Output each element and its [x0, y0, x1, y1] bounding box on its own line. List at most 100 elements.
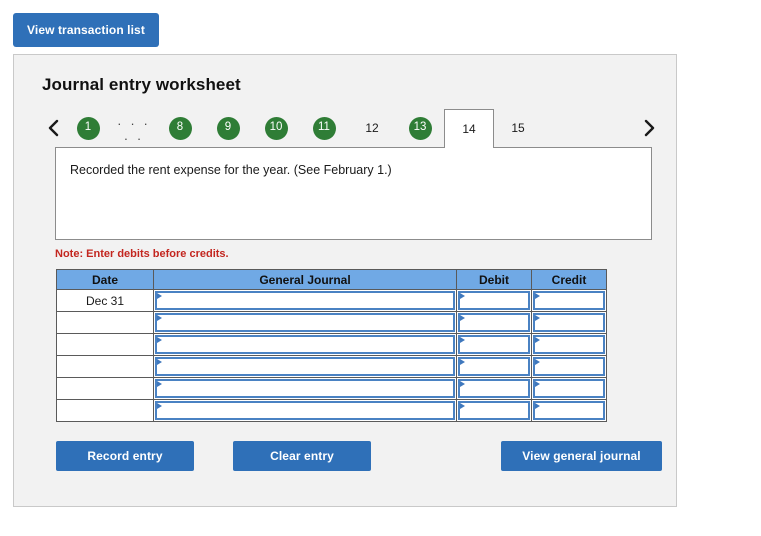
journal-credit-input-value	[534, 336, 604, 338]
journal-date-cell	[56, 399, 154, 422]
action-button-row: Record entry Clear entry View general jo…	[56, 441, 662, 471]
journal-debit-input-value	[459, 314, 529, 316]
journal-account-input-cell	[153, 399, 457, 422]
tab-label: 9	[216, 116, 240, 140]
tab-label: 11	[312, 116, 336, 140]
chevron-right-icon	[643, 118, 656, 138]
journal-date-cell	[56, 355, 154, 378]
tab-label: 13	[408, 116, 432, 140]
journal-account-input-value	[156, 336, 454, 338]
journal-debit-input-cell	[456, 355, 532, 378]
top-toolbar: View transaction list	[0, 0, 761, 47]
tab-entry-8[interactable]: 8	[156, 109, 204, 147]
column-header-debit: Debit	[456, 269, 532, 290]
tab-entry-10[interactable]: 10	[252, 109, 300, 147]
journal-credit-input-cell	[531, 399, 607, 422]
journal-debit-input-value	[459, 402, 529, 404]
journal-account-input[interactable]	[155, 357, 455, 376]
journal-credit-input-cell	[531, 289, 607, 312]
journal-account-input[interactable]	[155, 313, 455, 332]
journal-account-input-value	[156, 292, 454, 294]
table-row: Dec 31	[56, 289, 607, 312]
journal-credit-input-cell	[531, 355, 607, 378]
journal-account-input[interactable]	[155, 401, 455, 420]
tab-entry-15[interactable]: 15	[494, 109, 542, 147]
tab-entry-11[interactable]: 11	[300, 109, 348, 147]
journal-table-wrap: Date General Journal Debit Credit Dec 31	[56, 269, 676, 422]
journal-account-input-cell	[153, 377, 457, 400]
journal-date-cell	[56, 311, 154, 334]
column-header-general-journal: General Journal	[153, 269, 457, 290]
journal-account-input[interactable]	[155, 379, 455, 398]
journal-date-cell	[56, 377, 154, 400]
tab-label: 1	[76, 116, 100, 140]
journal-debit-input[interactable]	[458, 401, 530, 420]
tab-label: 14	[462, 122, 476, 136]
table-row	[56, 377, 607, 400]
general-journal-table: Date General Journal Debit Credit Dec 31	[56, 269, 607, 422]
transaction-description-text: Recorded the rent expense for the year. …	[70, 163, 392, 177]
tab-label: 8	[168, 116, 192, 140]
journal-credit-input-value	[534, 358, 604, 360]
journal-account-input-cell	[153, 355, 457, 378]
journal-debit-input[interactable]	[458, 313, 530, 332]
journal-debit-input[interactable]	[458, 335, 530, 354]
journal-debit-input-value	[459, 336, 529, 338]
tab-ellipsis: . . . . .	[117, 113, 151, 143]
column-header-date: Date	[56, 269, 154, 290]
journal-credit-input[interactable]	[533, 357, 605, 376]
journal-debit-input-value	[459, 380, 529, 382]
journal-debit-input-cell	[456, 377, 532, 400]
chevron-left-icon	[47, 118, 60, 138]
journal-credit-input[interactable]	[533, 291, 605, 310]
clear-entry-button[interactable]: Clear entry	[233, 441, 371, 471]
table-row	[56, 311, 607, 334]
journal-credit-input-cell	[531, 377, 607, 400]
journal-debit-input-value	[459, 358, 529, 360]
tab-entry-13[interactable]: 13	[396, 109, 444, 147]
view-general-journal-button[interactable]: View general journal	[501, 441, 662, 471]
journal-account-input-value	[156, 380, 454, 382]
table-row	[56, 355, 607, 378]
journal-account-input-cell	[153, 311, 457, 334]
journal-table-body: Dec 31	[56, 289, 607, 422]
tab-list: 1 . . . . . 8 9 10 11 12 13 14 15	[64, 109, 542, 148]
journal-credit-input-value	[534, 402, 604, 404]
journal-credit-input[interactable]	[533, 335, 605, 354]
tab-entry-14[interactable]: 14	[444, 109, 494, 148]
tab-entry-1[interactable]: 1	[64, 109, 112, 147]
journal-credit-input[interactable]	[533, 313, 605, 332]
tab-entry-12[interactable]: 12	[348, 109, 396, 147]
journal-account-input-value	[156, 358, 454, 360]
prev-entry-button[interactable]	[42, 113, 64, 143]
journal-debit-input[interactable]	[458, 379, 530, 398]
column-header-credit: Credit	[531, 269, 607, 290]
journal-account-input[interactable]	[155, 291, 455, 310]
journal-account-input-value	[156, 314, 454, 316]
journal-debit-input-cell	[456, 311, 532, 334]
tab-label: 12	[365, 121, 379, 135]
journal-credit-input[interactable]	[533, 401, 605, 420]
journal-credit-input-value	[534, 380, 604, 382]
journal-credit-input-value	[534, 314, 604, 316]
record-entry-button[interactable]: Record entry	[56, 441, 194, 471]
debits-before-credits-note: Note: Enter debits before credits.	[55, 248, 229, 260]
journal-date-cell: Dec 31	[56, 289, 154, 312]
page-title: Journal entry worksheet	[42, 75, 241, 94]
tab-entry-9[interactable]: 9	[204, 109, 252, 147]
next-entry-button[interactable]	[638, 113, 660, 143]
journal-account-input-cell	[153, 333, 457, 356]
transaction-description-box: Recorded the rent expense for the year. …	[55, 147, 652, 240]
journal-account-input-cell	[153, 289, 457, 312]
journal-credit-input[interactable]	[533, 379, 605, 398]
journal-date-cell	[56, 333, 154, 356]
worksheet-tab-strip: 1 . . . . . 8 9 10 11 12 13 14 15	[14, 109, 676, 148]
journal-debit-input[interactable]	[458, 291, 530, 310]
journal-credit-input-value	[534, 292, 604, 294]
journal-entry-worksheet-panel: Journal entry worksheet 1 . . . . . 8 9 10 11…	[13, 54, 677, 507]
view-transaction-list-button[interactable]: View transaction list	[13, 13, 159, 47]
journal-account-input[interactable]	[155, 335, 455, 354]
journal-debit-input[interactable]	[458, 357, 530, 376]
table-header-row: Date General Journal Debit Credit	[56, 269, 607, 290]
journal-debit-input-cell	[456, 399, 532, 422]
